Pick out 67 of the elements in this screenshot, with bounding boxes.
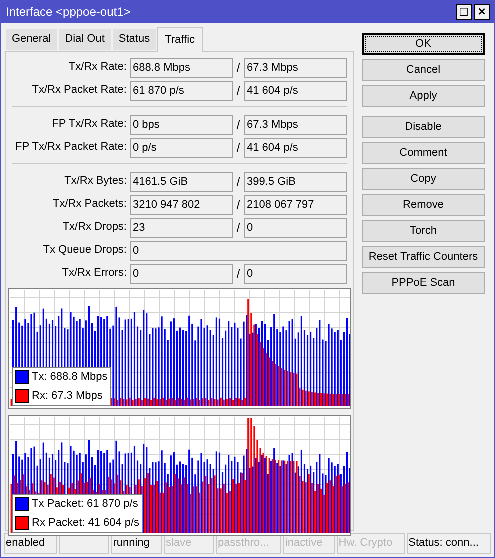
action-button[interactable]: Remove bbox=[362, 194, 485, 216]
action-button[interactable]: PPPoE Scan bbox=[362, 272, 485, 294]
field-label: Tx/Rx Bytes: bbox=[64, 174, 128, 190]
field-label: FP Tx/Rx Rate: bbox=[51, 117, 128, 132]
legend-label: Rx Packet: bbox=[32, 516, 86, 530]
status-cell bbox=[59, 533, 110, 554]
status-cell: passthro... bbox=[216, 533, 282, 554]
value-field: 41 604 p/s bbox=[244, 138, 347, 158]
tab[interactable]: Status bbox=[112, 28, 158, 51]
tab[interactable]: Traffic bbox=[157, 27, 204, 52]
value-field: 4161.5 GiB bbox=[130, 172, 233, 192]
separator-slash: / bbox=[236, 82, 242, 100]
window-title: Interface <pppoe-out1> bbox=[6, 4, 131, 21]
status-cell: slave bbox=[164, 533, 214, 554]
action-button[interactable]: Disable bbox=[362, 116, 485, 138]
separator-slash: / bbox=[236, 140, 242, 156]
field-label: Tx/Rx Errors: bbox=[61, 266, 128, 282]
status-cell: enabled bbox=[4, 533, 58, 554]
field-label: FP Tx/Rx Packet Rate: bbox=[14, 140, 128, 156]
status-cell: Hw. Crypto bbox=[336, 533, 405, 554]
value-field: 0 bbox=[130, 264, 233, 284]
legend-value: 41 604 p/s bbox=[88, 516, 140, 530]
field-label: Tx/Rx Packet Rate: bbox=[31, 83, 128, 98]
separator-slash: / bbox=[236, 60, 242, 76]
field-label: Tx/Rx Rate: bbox=[68, 60, 128, 76]
value-field: 0 bbox=[244, 264, 347, 284]
status-cell: inactive bbox=[283, 533, 335, 554]
value-field: 67.3 Mbps bbox=[244, 114, 347, 134]
separator-slash: / bbox=[236, 116, 242, 134]
tab[interactable]: Dial Out bbox=[58, 28, 112, 51]
field-label: Tx Queue Drops: bbox=[42, 243, 128, 258]
value-field: 3210 947 802 bbox=[130, 194, 233, 214]
status-cell: Status: conn... bbox=[406, 533, 492, 554]
action-button[interactable]: Cancel bbox=[362, 59, 485, 81]
legend-value: 67.3 Mbps bbox=[52, 388, 103, 404]
value-field: 0 bbox=[244, 218, 347, 238]
close-button[interactable]: × bbox=[474, 4, 490, 20]
separator-slash: / bbox=[236, 196, 242, 214]
field-label: Tx/Rx Packets: bbox=[52, 197, 128, 212]
legend-value: 61 870 p/s bbox=[86, 497, 138, 512]
legend-value: 688.8 Mbps bbox=[50, 370, 108, 385]
value-field: 0 p/s bbox=[130, 138, 233, 158]
tab[interactable]: General bbox=[5, 28, 58, 51]
action-button[interactable]: Copy bbox=[362, 168, 485, 190]
action-button[interactable]: Comment bbox=[362, 142, 485, 164]
legend-label: Tx Packet: bbox=[32, 497, 84, 512]
field-label: Tx/Rx Drops: bbox=[62, 220, 128, 236]
separator-slash: / bbox=[236, 266, 242, 282]
value-field: 67.3 Mbps bbox=[244, 58, 347, 78]
value-field: 0 bbox=[130, 240, 347, 260]
separator-slash: / bbox=[236, 220, 242, 236]
separator-slash: / bbox=[236, 174, 242, 190]
action-button[interactable]: Apply bbox=[362, 85, 485, 107]
value-field: 0 bps bbox=[130, 114, 233, 134]
value-field: 2108 067 797 bbox=[244, 194, 347, 214]
legend-label: Rx: bbox=[32, 388, 48, 404]
status-cell: running bbox=[111, 533, 162, 554]
action-button[interactable]: OK bbox=[362, 33, 485, 55]
value-field: 61 870 p/s bbox=[130, 80, 233, 100]
value-field: 688.8 Mbps bbox=[130, 58, 233, 78]
action-button[interactable]: Torch bbox=[362, 220, 485, 242]
value-field: 41 604 p/s bbox=[244, 80, 347, 100]
value-field: 399.5 GiB bbox=[244, 172, 347, 192]
value-field: 23 bbox=[130, 218, 233, 238]
legend-label: Tx: bbox=[32, 370, 48, 385]
maximize-button[interactable]: □ bbox=[456, 4, 472, 20]
action-button[interactable]: Reset Traffic Counters bbox=[362, 246, 485, 268]
